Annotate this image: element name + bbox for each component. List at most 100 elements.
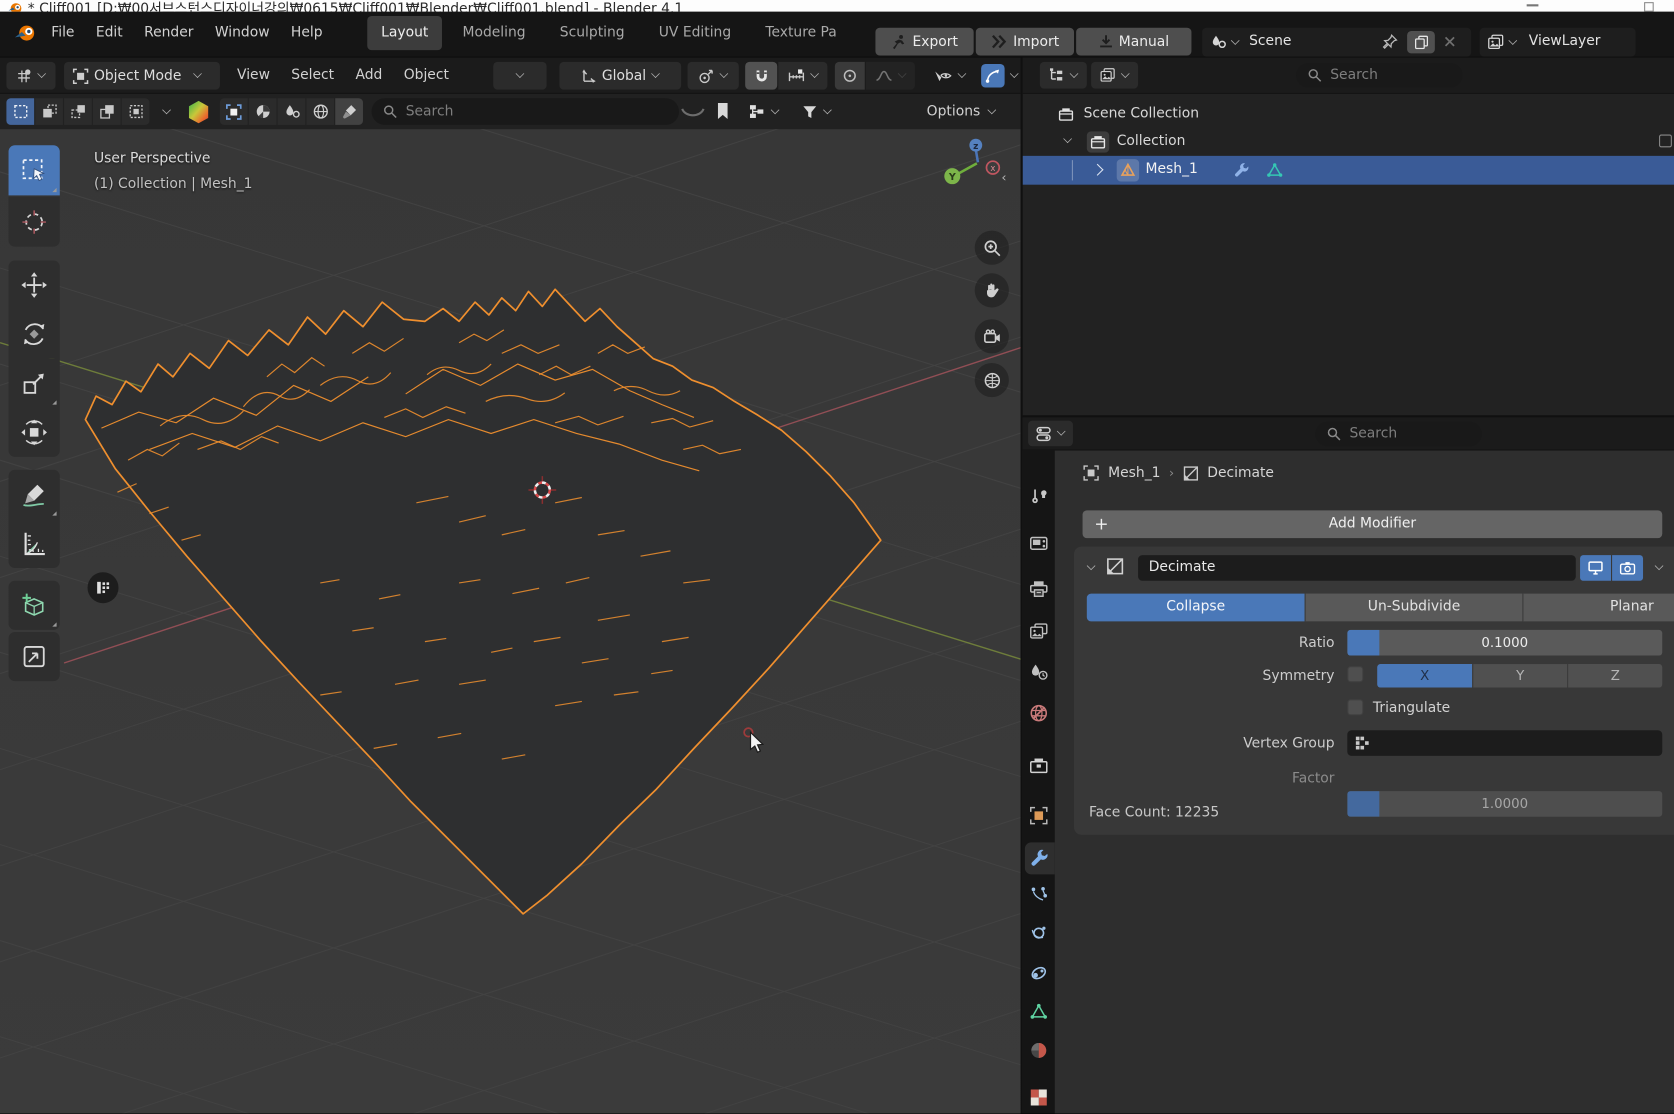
tool-scale[interactable] [9,359,60,408]
pin-icon[interactable] [1381,33,1398,50]
tab-render-icon[interactable] [1029,535,1048,552]
floating-tool-button[interactable] [88,572,119,603]
brush-button[interactable] [335,98,363,125]
add-modifier-button[interactable]: + Add Modifier [1083,510,1663,538]
menu-render[interactable]: Render [133,19,204,47]
tool-search-input[interactable]: Search [372,98,679,125]
select-mode-set-button[interactable] [6,98,34,125]
axis-y-button[interactable]: Y [1472,664,1567,687]
viewlayer-name[interactable]: ViewLayer [1529,33,1601,49]
chevron-down-icon[interactable] [162,106,171,115]
menu-select[interactable]: Select [281,62,345,90]
orthographic-toggle-button[interactable] [975,363,1009,397]
expand-chevron-icon[interactable] [1091,164,1103,176]
tab-scene-icon[interactable] [1029,663,1048,681]
ratio-slider[interactable]: 0.1000 [1347,630,1662,656]
proportional-editing-toggle[interactable] [835,62,865,90]
outliner-search-input[interactable]: Search [1296,63,1463,88]
close-icon[interactable] [1443,35,1456,48]
properties-search-input[interactable]: Search [1315,422,1482,447]
tab-modifiers-active[interactable] [1025,842,1055,874]
material-preview-icon[interactable] [186,99,212,125]
select-mode-subtract-button[interactable] [64,98,92,125]
axis-x-button[interactable]: X [1377,664,1472,687]
tab-collection-icon[interactable] [1029,757,1048,774]
curve-widget-icon[interactable] [681,107,704,120]
modifier-wrench-icon[interactable] [1234,162,1250,178]
tab-particles-icon[interactable] [1029,885,1048,903]
menu-add[interactable]: Add [345,62,393,90]
scene-filter-button[interactable] [278,98,306,125]
tool-extrude[interactable] [9,632,60,681]
panel-expand-chevron[interactable] [1087,561,1096,570]
outliner-row-mesh1[interactable]: Mesh_1 [1023,156,1674,185]
sidebar-toggle-arrow[interactable]: ‹ [1001,170,1012,185]
export-button[interactable]: Export [875,28,973,56]
tab-unsubdivide[interactable]: Un-Subdivide [1305,594,1523,622]
transform-orientation-dropdown[interactable]: Global [559,62,681,90]
workspace-tab-sculpting[interactable]: Sculpting [546,16,639,50]
zoom-button[interactable] [975,231,1009,265]
exclude-checkbox[interactable] [1659,135,1672,148]
symmetry-checkbox[interactable] [1347,666,1363,682]
tool-transform[interactable] [9,408,60,457]
factor-slider[interactable]: 1.0000 [1347,791,1662,817]
display-realtime-toggle[interactable] [1580,555,1611,581]
workspace-tab-uv-editing[interactable]: UV Editing [645,16,745,50]
tab-object-icon[interactable] [1029,806,1048,825]
hierarchy-dropdown[interactable] [739,98,788,125]
bookmark-icon[interactable] [715,101,730,120]
tab-data-icon[interactable] [1029,1002,1048,1020]
select-mode-invert-button[interactable] [93,98,121,125]
object-visibility-dropdown[interactable] [925,62,976,90]
window-minimize-button[interactable] [1527,4,1539,6]
terrain-mesh-object[interactable] [85,289,880,914]
tool-select-box[interactable] [9,145,60,195]
menu-help[interactable]: Help [280,19,333,47]
filter-dropdown[interactable] [792,98,841,125]
menu-window[interactable]: Window [204,19,280,47]
tool-move[interactable] [9,260,60,309]
sphere-shading-button[interactable] [249,98,277,125]
vertex-group-field[interactable] [1347,730,1662,756]
outliner-row-scene-collection[interactable]: Scene Collection [1023,100,1674,128]
viewlayer-dropdown[interactable] [1487,34,1517,50]
tab-planar[interactable]: Planar [1522,594,1674,622]
tool-add-cube[interactable] [9,581,60,630]
tab-world-icon[interactable] [1029,704,1048,723]
import-button[interactable]: Import [976,28,1074,56]
select-mode-intersect-button[interactable] [122,98,150,125]
camera-view-button[interactable] [975,319,1009,353]
tab-output-icon[interactable] [1029,580,1048,598]
expand-chevron-icon[interactable] [1063,134,1072,143]
snap-toggle[interactable] [745,62,777,90]
workspace-tab-texture-paint[interactable]: Texture Pa [751,16,850,50]
mode-dropdown[interactable]: Object Mode [64,62,220,90]
tab-viewlayer-icon[interactable] [1029,622,1048,639]
outliner-row-collection[interactable]: Collection [1023,128,1674,156]
triangulate-checkbox[interactable] [1347,699,1363,715]
tab-collapse[interactable]: Collapse [1087,594,1305,622]
outliner-editor-dropdown[interactable] [1040,62,1087,89]
manual-button[interactable]: Manual [1076,28,1191,56]
breadcrumb-object[interactable]: Mesh_1 [1108,465,1160,481]
breadcrumb-modifier[interactable]: Decimate [1207,465,1274,481]
scene-type-dropdown[interactable] [1211,34,1240,50]
modifier-name-field[interactable]: Decimate [1138,555,1576,581]
editor-type-dropdown[interactable] [6,62,55,90]
tab-tool-icon[interactable] [1030,488,1048,506]
tool-annotate[interactable] [9,470,60,519]
tab-constraints-icon[interactable] [1029,964,1048,982]
new-scene-button[interactable] [1407,31,1435,53]
axis-z-button[interactable]: Z [1567,664,1662,687]
window-maximize-button[interactable] [1644,2,1654,12]
select-mode-extend-button[interactable] [35,98,63,125]
mesh-data-icon[interactable] [1266,162,1283,178]
scene-name[interactable]: Scene [1249,33,1291,49]
menu-edit[interactable]: Edit [85,19,133,47]
options-dropdown[interactable]: Options [927,98,997,125]
snap-with-dropdown[interactable] [778,62,827,90]
viewport-canvas[interactable]: Y z x User Perspective (1) Collection | … [0,129,1021,1113]
menu-object[interactable]: Object [393,62,460,90]
pivot-point-dropdown[interactable] [688,62,739,90]
